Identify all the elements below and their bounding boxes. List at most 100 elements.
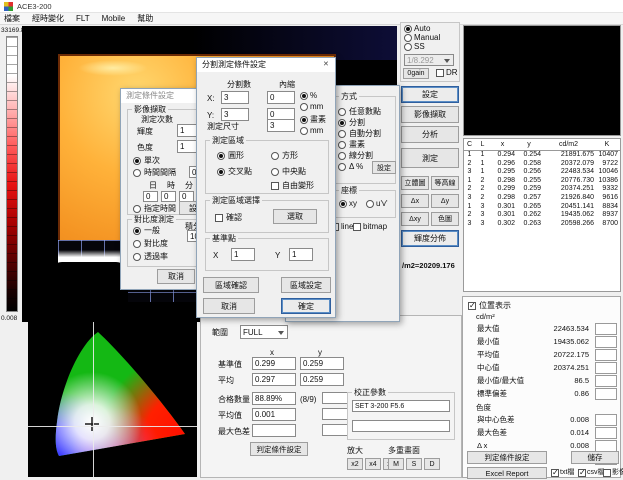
calibration-field-2[interactable] <box>352 420 450 432</box>
table-row[interactable]: 130.3010.26520451.1418834 <box>464 203 620 212</box>
interval-radio[interactable] <box>133 169 141 177</box>
pct-radio[interactable] <box>300 92 308 100</box>
set-button[interactable]: 設定 <box>401 86 459 103</box>
img-checkbox[interactable] <box>603 469 611 477</box>
csv-checkbox[interactable] <box>578 469 586 477</box>
coord-uv-radio[interactable] <box>366 200 374 208</box>
dy-button[interactable]: Δy <box>431 194 459 208</box>
split-cancel-button[interactable]: 取消 <box>203 298 255 314</box>
range-dropdown[interactable]: FULL <box>240 325 288 339</box>
mean-field[interactable]: 0.001 <box>252 408 296 421</box>
size-field[interactable]: 3 <box>267 119 295 132</box>
base-x-field[interactable]: 1 <box>231 248 255 261</box>
timed-radio[interactable] <box>133 205 141 213</box>
coord-xy-radio[interactable] <box>339 200 347 208</box>
contrast-radio[interactable] <box>133 240 141 248</box>
circle-radio[interactable] <box>217 152 225 160</box>
stats-judge-button[interactable]: 判定條件設定 <box>467 451 547 464</box>
table-row[interactable]: 210.2960.25820372.0799722 <box>464 160 620 169</box>
method-option[interactable]: 自動分割 <box>338 128 394 139</box>
zoom-button[interactable]: x2 <box>347 458 363 470</box>
auto-radio[interactable] <box>404 25 412 33</box>
transmittance-radio[interactable] <box>133 253 141 261</box>
lum-dist-button[interactable]: 輝度分佈 <box>401 230 459 247</box>
excel-report-button[interactable]: Excel Report <box>467 467 547 479</box>
menu-item[interactable]: Mobile <box>102 13 126 25</box>
day-field[interactable]: 0 <box>143 191 158 202</box>
table-row[interactable]: 220.2990.25920374.2519332 <box>464 185 620 194</box>
table-row[interactable]: 120.2980.25520776.73010386 <box>464 177 620 186</box>
contour-button[interactable]: 等高線 <box>431 176 459 190</box>
y-div-field[interactable]: 3 <box>221 108 249 121</box>
single-radio[interactable] <box>133 157 141 165</box>
txt-checkbox[interactable] <box>551 469 559 477</box>
menu-item[interactable]: 幫助 <box>137 13 153 25</box>
pos-display-checkbox[interactable] <box>468 302 476 310</box>
base-y-field[interactable]: 1 <box>289 248 313 261</box>
pixel-radio[interactable] <box>300 116 308 124</box>
stat-label: 最大色差 <box>477 427 507 438</box>
save-button[interactable]: 儲存 <box>571 451 619 464</box>
multi-screen-button[interactable]: M <box>388 458 404 470</box>
table-row[interactable]: 330.3020.26320598.2668700 <box>464 220 620 229</box>
dx-button[interactable]: Δx <box>401 194 429 208</box>
menu-item[interactable]: FLT <box>76 13 90 25</box>
measurement-table[interactable]: CLxycd/m2K 110.2940.25421891.67510407210… <box>463 138 621 292</box>
normal-radio[interactable] <box>133 227 141 235</box>
zoom-button[interactable]: x4 <box>365 458 381 470</box>
ref-y-field[interactable]: 0.259 <box>300 357 344 370</box>
analyze-button[interactable]: 分析 <box>401 126 459 143</box>
calibration-field[interactable]: SET 3-200 F5.6 <box>352 400 450 412</box>
split-dialog-titlebar[interactable]: 分割測定條件設定 <box>197 58 335 72</box>
cross-radio[interactable] <box>217 168 225 176</box>
bitmap-checkbox[interactable] <box>353 223 361 231</box>
avg-x-field[interactable]: 0.297 <box>252 373 296 386</box>
measure-button[interactable]: 測定 <box>401 148 459 168</box>
multi-screen-button[interactable]: D <box>424 458 440 470</box>
dxy-button[interactable]: Δxy <box>401 212 429 226</box>
manual-radio[interactable] <box>404 34 412 42</box>
maxdiff-field[interactable] <box>252 424 296 437</box>
cie-panel[interactable] <box>28 322 197 477</box>
area-set-button[interactable]: 區域設定 <box>281 277 331 293</box>
ss-radio[interactable] <box>404 43 412 51</box>
hour-field[interactable]: 0 <box>161 191 176 202</box>
method-option[interactable]: 分割 <box>338 117 394 128</box>
colormap-button[interactable]: 色圖 <box>431 212 459 226</box>
method-option[interactable]: 任意數點 <box>338 106 394 117</box>
free-checkbox[interactable] <box>271 182 279 190</box>
dr-checkbox[interactable] <box>436 69 444 77</box>
menu-item[interactable]: 檔案 <box>4 13 20 25</box>
pass-field[interactable]: 88.89% <box>252 392 296 405</box>
menu-item[interactable]: 經時變化 <box>32 13 64 25</box>
gain-button[interactable]: 0gain <box>403 68 429 79</box>
method-option-label: 線分割 <box>349 150 373 161</box>
area-confirm-button[interactable]: 區域確認 <box>203 277 259 293</box>
preview-image[interactable] <box>463 25 621 136</box>
table-row[interactable]: 110.2940.25421891.67510407 <box>464 151 620 160</box>
method-option[interactable]: 畫素 <box>338 139 394 150</box>
ref-x-field[interactable]: 0.299 <box>252 357 296 370</box>
x-inset-field[interactable]: 0 <box>267 91 295 104</box>
split-ok-button[interactable]: 確定 <box>281 298 331 314</box>
multi-screen-button[interactable]: S <box>406 458 422 470</box>
method-set-button[interactable]: 設定 <box>372 161 396 174</box>
mm-radio[interactable] <box>300 103 308 111</box>
capture-cancel-button[interactable]: 取消 <box>157 269 195 284</box>
rect-radio[interactable] <box>271 152 279 160</box>
avg-y-field[interactable]: 0.259 <box>300 373 344 386</box>
table-row[interactable]: 320.2980.25721926.8409616 <box>464 194 620 203</box>
shutter-dropdown[interactable]: 1/8.292 <box>404 54 454 66</box>
table-row[interactable]: 230.3010.26219435.0628937 <box>464 211 620 220</box>
capture-button[interactable]: 影像擷取 <box>401 106 459 123</box>
x-div-field[interactable]: 3 <box>221 91 249 104</box>
table-row[interactable]: 310.2950.25622483.53410046 <box>464 168 620 177</box>
panel-judge-button[interactable]: 判定條件設定 <box>250 442 308 456</box>
center-radio[interactable] <box>271 168 279 176</box>
graph3d-button[interactable]: 立體圖 <box>401 176 429 190</box>
method-option[interactable]: 線分割 <box>338 150 394 161</box>
close-icon[interactable]: ✕ <box>323 60 329 70</box>
mm2-radio[interactable] <box>300 127 308 135</box>
confirm-checkbox[interactable] <box>215 214 223 222</box>
pick-button[interactable]: 選取 <box>273 209 317 224</box>
